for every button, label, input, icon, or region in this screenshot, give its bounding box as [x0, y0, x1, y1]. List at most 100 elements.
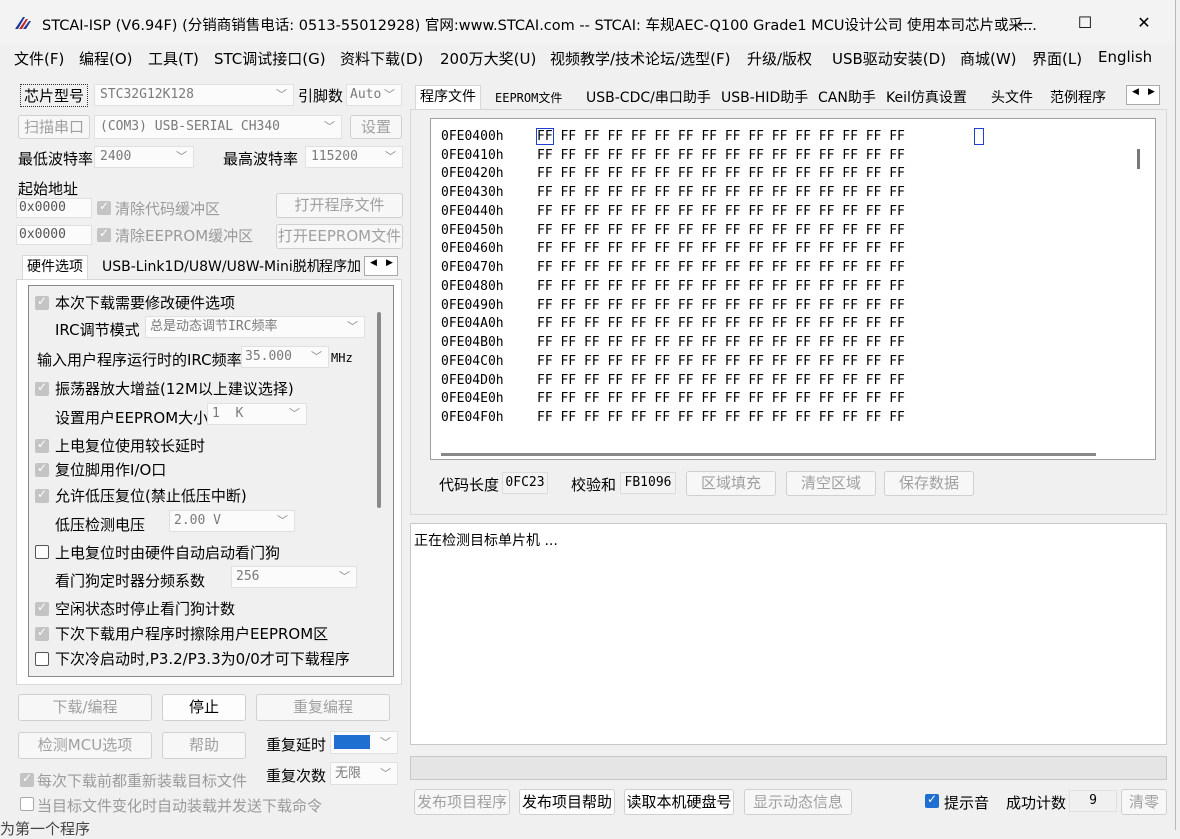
- tab-header-file[interactable]: 头文件: [991, 87, 1033, 111]
- wdt-prescale-label: 看门狗定时器分频系数: [55, 572, 206, 590]
- hex-hscrollbar[interactable]: [441, 453, 1096, 456]
- menu-interface[interactable]: 界面(L): [1032, 48, 1082, 69]
- eeprom-addr-input[interactable]: 0x0000: [16, 225, 92, 245]
- erase-eeprom-checkbox[interactable]: [35, 625, 49, 641]
- clear-area-button[interactable]: 清空区域: [786, 471, 876, 496]
- publish-project-button[interactable]: 发布项目程序: [414, 789, 510, 815]
- repeat-count-select[interactable]: 无限 ﹀: [330, 762, 398, 785]
- tab-hardware-options[interactable]: 硬件选项: [22, 255, 88, 280]
- scan-port-button[interactable]: 扫描串口: [18, 115, 90, 139]
- tab-examples[interactable]: 范例程序: [1050, 87, 1106, 111]
- tab-label: USB-CDC/串口助手: [586, 90, 711, 106]
- chip-type-select[interactable]: STC32G12K128 ﹀: [94, 84, 294, 106]
- eeprom-size-select[interactable]: 1 K ﹀: [207, 403, 307, 425]
- auto-load-checkbox[interactable]: [20, 797, 34, 811]
- reset-pin-io-checkbox[interactable]: [35, 461, 49, 477]
- menu-debug-interface[interactable]: STC调试接口(G): [214, 48, 326, 69]
- por-delay-checkbox[interactable]: [35, 437, 49, 453]
- stop-button[interactable]: 停止: [162, 694, 246, 721]
- hex-row: 0FE04F0h FF FF FF FF FF FF FF FF FF FF FF…: [441, 410, 905, 425]
- lvd-voltage-select[interactable]: 2.00 V ﹀: [169, 510, 295, 532]
- pins-label: 引脚数: [298, 87, 344, 105]
- open-eeprom-button[interactable]: 打开EEPROM文件: [276, 224, 403, 249]
- hex-bytes: FF FF FF FF FF FF FF FF FF FF FF FF FF F…: [537, 279, 905, 294]
- code-addr-input[interactable]: 0x0000: [16, 198, 92, 218]
- menu-shop[interactable]: 商城(W): [960, 48, 1017, 69]
- hex-row: 0FE0490h FF FF FF FF FF FF FF FF FF FF FF…: [441, 298, 905, 313]
- menu-file[interactable]: 文件(F): [14, 48, 64, 69]
- hex-row: 0FE04D0h FF FF FF FF FF FF FF FF FF FF FF…: [441, 373, 905, 388]
- idle-wdt-stop-checkbox[interactable]: [35, 600, 49, 616]
- hex-address: 0FE04F0h: [441, 410, 504, 425]
- reprogram-button[interactable]: 重复编程: [256, 694, 390, 721]
- clear-eeprom-checkbox[interactable]: [97, 226, 111, 242]
- eeprom-size-label: 设置用户EEPROM大小: [55, 409, 209, 427]
- download-button[interactable]: 下载/编程: [18, 694, 152, 721]
- success-count-label: 成功计数: [1006, 794, 1067, 812]
- save-data-button[interactable]: 保存数据: [884, 471, 974, 496]
- tab-label: Keil仿真设置: [886, 90, 967, 106]
- irc-mode-select[interactable]: 总是动态调节IRC频率 ﹀: [145, 316, 365, 338]
- menu-video-forum[interactable]: 视频教学/技术论坛/选型(F): [550, 48, 730, 69]
- modify-hw-checkbox[interactable]: [35, 294, 49, 310]
- repeat-count-label: 重复次数: [266, 767, 327, 785]
- menu-tools[interactable]: 工具(T): [148, 48, 199, 69]
- read-disk-button[interactable]: 读取本机硬盘号: [624, 789, 734, 815]
- min-baud-select[interactable]: 2400 ﹀: [94, 146, 194, 168]
- tab-usb-cdc[interactable]: USB-CDC/串口助手: [586, 87, 711, 111]
- wdt-autostart-checkbox[interactable]: [35, 545, 49, 559]
- menu-english[interactable]: English: [1098, 48, 1152, 66]
- tab-eeprom-file[interactable]: EEPROM文件: [495, 87, 562, 111]
- tab-usb-link[interactable]: USB-Link1D/U8W/U8W-Mini脱机: [102, 256, 321, 280]
- hex-bytes: FF FF FF FF FF FF FF FF FF FF FF FF FF F…: [537, 373, 905, 388]
- reload-checkbox[interactable]: [20, 771, 34, 787]
- lvd-reset-label: 允许低压复位(禁止低压中断): [55, 487, 247, 505]
- lvd-reset-checkbox[interactable]: [35, 487, 49, 503]
- settings-button[interactable]: 设置: [350, 115, 402, 139]
- log-output[interactable]: 正在检测目标单片机 ...: [410, 523, 1167, 745]
- clear-code-label: 清除代码缓冲区: [115, 200, 221, 218]
- fill-area-button[interactable]: 区域填充: [686, 471, 776, 496]
- pins-select[interactable]: Auto ﹀: [346, 84, 402, 106]
- repeat-delay-select[interactable]: ﹀: [330, 731, 398, 754]
- show-dynamic-button[interactable]: 显示动态信息: [744, 789, 852, 815]
- chevron-down-icon: ﹀: [277, 514, 288, 527]
- menu-usb-driver[interactable]: USB驱动安装(D): [832, 48, 946, 69]
- menu-downloads[interactable]: 资料下载(D): [340, 48, 423, 69]
- tab-scroll-buttons[interactable]: ◀ ▶: [364, 256, 398, 276]
- beep-checkbox[interactable]: [925, 792, 939, 808]
- minimize-button[interactable]: —: [1002, 6, 1048, 40]
- menu-upgrade[interactable]: 升级/版权: [747, 48, 812, 69]
- close-button[interactable]: ✕: [1121, 6, 1167, 40]
- options-scrollbar[interactable]: [377, 312, 381, 508]
- clear-code-checkbox[interactable]: [97, 199, 111, 215]
- tab-can[interactable]: CAN助手: [818, 87, 876, 111]
- title-bar: STCAI-ISP (V6.94F) (分销商销售电话: 0513-550129…: [0, 0, 1175, 44]
- hex-vscrollbar[interactable]: [1137, 149, 1140, 169]
- publish-help-button[interactable]: 发布项目帮助: [519, 789, 615, 815]
- help-button[interactable]: 帮助: [162, 732, 246, 759]
- clear-count-button[interactable]: 清零: [1121, 789, 1167, 815]
- tab-label: 程序文件: [420, 89, 476, 105]
- tab-program-file[interactable]: 程序文件: [415, 85, 481, 110]
- tab-program-add[interactable]: 程序加: [319, 256, 361, 280]
- cold-boot-checkbox[interactable]: [35, 652, 49, 666]
- hex-view[interactable]: 0FE0400h FF FF FF FF FF FF FF FF FF FF FF…: [430, 118, 1156, 460]
- menu-program[interactable]: 编程(O): [79, 48, 133, 69]
- irc-freq-select[interactable]: 35.000 ﹀: [241, 346, 329, 368]
- open-program-button[interactable]: 打开程序文件: [276, 193, 403, 218]
- right-tab-scroll-buttons[interactable]: ◀ ▶: [1126, 85, 1160, 105]
- tab-usb-hid[interactable]: USB-HID助手: [721, 87, 808, 111]
- check-mcu-button[interactable]: 检测MCU选项: [18, 732, 152, 759]
- checksum-value: FB1096: [620, 472, 676, 494]
- osc-gain-checkbox[interactable]: [35, 380, 49, 396]
- tab-keil[interactable]: Keil仿真设置: [886, 87, 967, 111]
- pins-value: Auto: [350, 87, 382, 102]
- max-baud-select[interactable]: 115200 ﹀: [305, 146, 403, 168]
- wdt-autostart-label: 上电复位时由硬件自动启动看门狗: [55, 544, 281, 562]
- port-select[interactable]: (COM3) USB-SERIAL CH340 ﹀: [94, 115, 342, 139]
- wdt-prescale-select[interactable]: 256 ﹀: [231, 566, 357, 588]
- menu-prize[interactable]: 200万大奖(U): [440, 48, 536, 69]
- cold-boot-label: 下次冷启动时,P3.2/P3.3为0/0才可下载程序: [55, 650, 350, 668]
- maximize-button[interactable]: ☐: [1062, 6, 1108, 40]
